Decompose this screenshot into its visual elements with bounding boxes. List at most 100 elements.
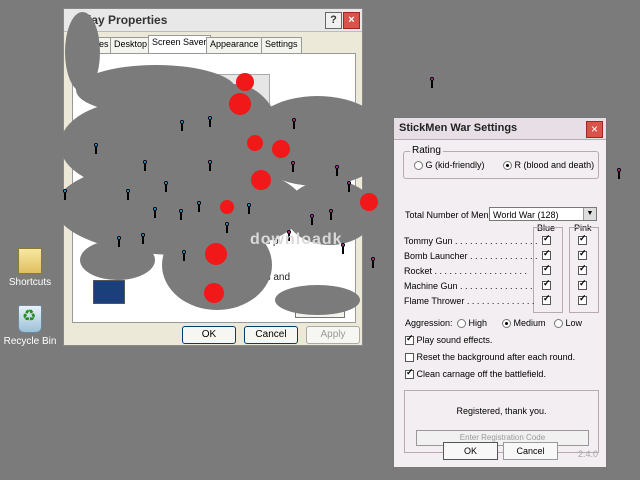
play-sound-label: Play sound effects. — [416, 335, 493, 345]
checkbox[interactable] — [405, 353, 414, 363]
cancel-button[interactable]: Cancel — [244, 326, 298, 344]
rocket-pink-checkbox[interactable] — [578, 263, 587, 275]
blue-stickman — [116, 236, 122, 247]
registration-box: Registered, thank you. Enter Registratio… — [404, 390, 599, 453]
weapon-label: Machine Gun . . . . . . . . . . . . . . … — [404, 281, 533, 291]
folder-shortcut-icon — [18, 248, 42, 274]
reset-background-option[interactable]: Reset the background after each round. — [405, 352, 576, 363]
weapon-row-tommy-gun: Tommy Gun . . . . . . . . . . . . . . . … — [404, 236, 538, 246]
settings-body: Rating G (kid-friendly) R (blood and dea… — [394, 140, 606, 467]
checkbox[interactable] — [405, 333, 414, 346]
close-button[interactable]: × — [586, 121, 603, 138]
blue-stickman — [152, 207, 158, 218]
blood-splat — [205, 243, 227, 265]
watermark-text: downloadk — [250, 231, 343, 248]
bomb-launcher-blue-checkbox[interactable] — [542, 248, 551, 260]
blue-stickman — [207, 160, 213, 171]
bomb-launcher-pink-checkbox[interactable] — [578, 248, 587, 260]
pink-stickman — [309, 214, 315, 225]
weapon-label: Rocket . . . . . . . . . . . . . . . . .… — [404, 266, 528, 276]
checkbox[interactable] — [405, 367, 414, 380]
pink-stickman — [346, 181, 352, 192]
total-men-value: World War (128) — [493, 210, 559, 220]
weapon-row-machine-gun: Machine Gun . . . . . . . . . . . . . . … — [404, 281, 534, 291]
blue-stickman — [181, 250, 187, 261]
machine-gun-pink-checkbox[interactable] — [578, 278, 587, 290]
blood-splat — [272, 140, 290, 158]
cancel-button[interactable]: Cancel — [503, 442, 558, 460]
rating-g-option[interactable]: G (kid-friendly) — [414, 160, 485, 171]
title-bar: lay Properties ? × — [64, 9, 362, 32]
total-men-label: Total Number of Men — [405, 210, 489, 220]
aggression-low-label: Low — [565, 318, 583, 328]
blood-splat — [360, 193, 378, 211]
rating-r-label: R (blood and death) — [514, 160, 595, 170]
rating-label: Rating — [410, 145, 443, 156]
weapon-label: Flame Thrower . . . . . . . . . . . . . … — [404, 296, 535, 306]
radio-button[interactable] — [457, 319, 466, 329]
flame-thrower-blue-checkbox[interactable] — [542, 293, 551, 305]
blue-stickman — [224, 222, 230, 233]
aggression-medium-option[interactable]: Medium — [502, 318, 546, 329]
reset-background-label: Reset the background after each round. — [416, 352, 576, 362]
pink-stickman — [429, 77, 435, 88]
blue-stickman — [125, 189, 131, 200]
pink-stickman — [616, 168, 622, 179]
tab-screen-saver[interactable]: Screen Saver — [148, 35, 211, 54]
desktop-icon-recycle-bin[interactable]: Recycle Bin — [0, 305, 60, 347]
radio-button[interactable] — [554, 319, 563, 329]
blue-stickman — [142, 160, 148, 171]
stickmen-settings-window: StickMen War Settings × Rating G (kid-fr… — [393, 117, 607, 468]
tab-appearance[interactable]: Appearance — [206, 37, 263, 53]
blood-splat — [204, 283, 224, 303]
pink-stickman — [328, 209, 334, 220]
radio-button[interactable] — [502, 319, 511, 329]
ok-button[interactable]: OK — [443, 442, 498, 460]
blue-stickman — [62, 189, 68, 200]
aggression-high-option[interactable]: High — [457, 318, 488, 329]
aggression-high-label: High — [468, 318, 488, 328]
blue-stickman — [140, 233, 146, 244]
registration-status: Registered, thank you. — [456, 406, 547, 416]
monitor-power-icon — [93, 280, 125, 304]
window-title: StickMen War Settings — [399, 122, 518, 134]
rating-r-option[interactable]: R (blood and death) — [503, 160, 595, 171]
blood-splat — [247, 135, 263, 151]
machine-gun-blue-checkbox[interactable] — [542, 278, 551, 290]
radio-button[interactable] — [414, 161, 423, 171]
pink-stickman — [370, 257, 376, 268]
blue-stickman — [179, 120, 185, 131]
tab-settings[interactable]: Settings — [261, 37, 302, 53]
blue-stickman — [178, 209, 184, 220]
weapon-row-flame-thrower: Flame Thrower . . . . . . . . . . . . . … — [404, 296, 534, 306]
weapon-row-rocket: Rocket . . . . . . . . . . . . . . . . .… — [404, 266, 534, 276]
clean-carnage-option[interactable]: Clean carnage off the battlefield. — [405, 367, 546, 380]
apply-button[interactable]: Apply — [306, 326, 360, 344]
blue-stickman — [207, 116, 213, 127]
rating-group: Rating G (kid-friendly) R (blood and dea… — [403, 145, 599, 179]
tommy-gun-pink-checkbox[interactable] — [578, 233, 587, 245]
blood-splat — [251, 170, 271, 190]
desktop-icon-shortcuts[interactable]: Shortcuts — [0, 248, 60, 288]
weapon-label: Tommy Gun . . . . . . . . . . . . . . . … — [404, 236, 538, 246]
weapon-label: Bomb Launcher . . . . . . . . . . . . . … — [404, 251, 538, 261]
window-title: lay Properties — [88, 13, 168, 27]
tab-desktop[interactable]: Desktop — [110, 37, 152, 53]
aggression-medium-label: Medium — [513, 318, 546, 328]
recycle-bin-icon — [18, 305, 42, 333]
close-button[interactable]: × — [343, 12, 360, 29]
total-men-select[interactable]: World War (128) ▼ — [489, 207, 597, 221]
aggression-low-option[interactable]: Low — [554, 318, 583, 329]
blue-stickman — [246, 203, 252, 214]
radio-button[interactable] — [503, 161, 512, 171]
rating-g-label: G (kid-friendly) — [425, 160, 485, 170]
ok-button[interactable]: OK — [182, 326, 236, 344]
desktop-icon-label: Recycle Bin — [3, 336, 57, 347]
flame-thrower-pink-checkbox[interactable] — [578, 293, 587, 305]
help-button[interactable]: ? — [325, 12, 342, 29]
rocket-blue-checkbox[interactable] — [542, 263, 551, 275]
tommy-gun-blue-checkbox[interactable] — [542, 233, 551, 245]
version-label: 2.4.0 — [577, 449, 598, 459]
play-sound-option[interactable]: Play sound effects. — [405, 333, 493, 346]
chevron-down-icon[interactable]: ▼ — [583, 208, 596, 220]
